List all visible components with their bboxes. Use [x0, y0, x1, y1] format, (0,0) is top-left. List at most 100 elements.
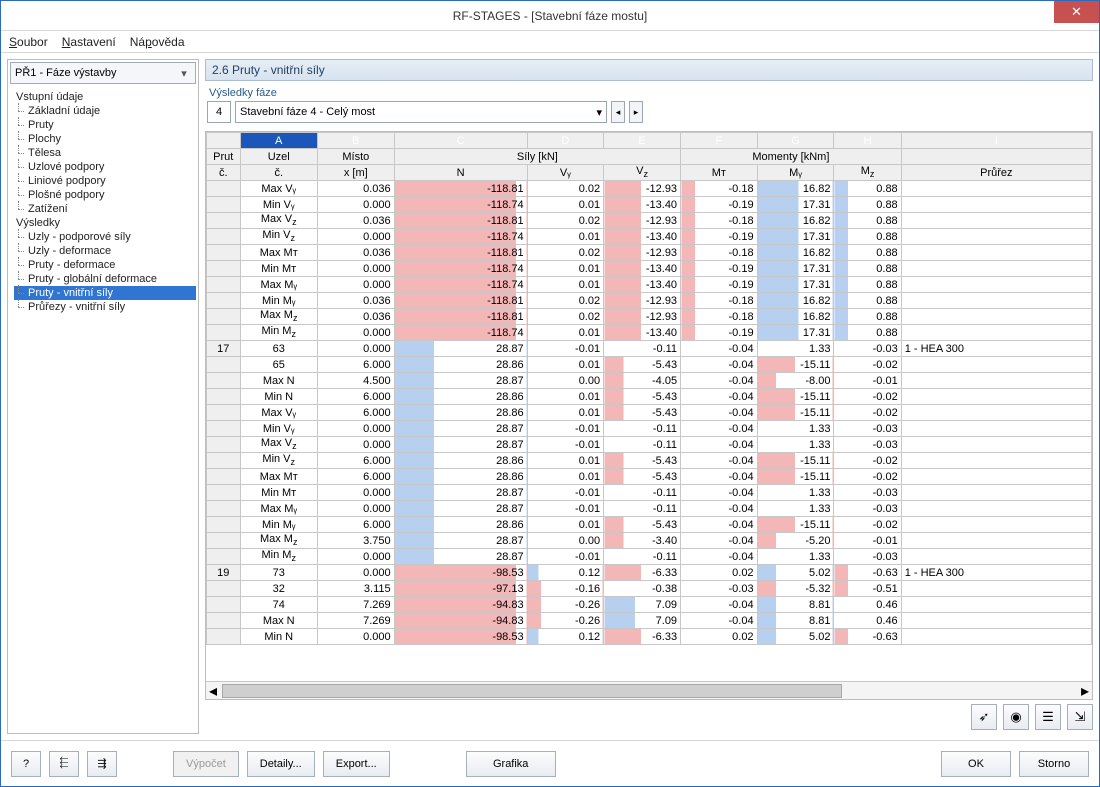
cell-prurez[interactable] [901, 293, 1091, 309]
cell-x[interactable]: 6.000 [317, 517, 394, 533]
menu-file[interactable]: Soubor [9, 35, 48, 49]
cell-N[interactable]: -118.74 [394, 229, 527, 245]
cell-Mz[interactable]: -0.02 [834, 469, 901, 485]
tree-root-input[interactable]: Vstupní údaje [14, 90, 196, 104]
cell-MT[interactable]: -0.19 [681, 325, 758, 341]
cell-MT[interactable]: -0.04 [681, 501, 758, 517]
row-header[interactable] [207, 389, 241, 405]
cell-prurez[interactable] [901, 389, 1091, 405]
cell-x[interactable]: 7.269 [317, 613, 394, 629]
cell-x[interactable]: 6.000 [317, 405, 394, 421]
cell-Mz[interactable]: 0.88 [834, 245, 901, 261]
cell-x[interactable]: 0.000 [317, 277, 394, 293]
cell-Vy[interactable]: 0.01 [527, 517, 604, 533]
cell-Vy[interactable]: -0.01 [527, 485, 604, 501]
cell-x[interactable]: 6.000 [317, 357, 394, 373]
cell-uzel[interactable]: Min Vz [240, 229, 317, 245]
nav-tree[interactable]: Vstupní údaje Základní údajePrutyPlochyT… [8, 86, 198, 733]
cell-prurez[interactable] [901, 309, 1091, 325]
cell-Mz[interactable]: -0.03 [834, 341, 901, 357]
cell-prurez[interactable] [901, 197, 1091, 213]
cell-N[interactable]: -118.81 [394, 293, 527, 309]
cell-Vy[interactable]: 0.12 [527, 565, 604, 581]
cell-My[interactable]: -15.11 [757, 405, 834, 421]
details-button[interactable]: Detaily... [247, 751, 315, 777]
cell-uzel[interactable]: 63 [240, 341, 317, 357]
cell-x[interactable]: 6.000 [317, 453, 394, 469]
cell-prurez[interactable] [901, 453, 1091, 469]
cell-Mz[interactable]: -0.03 [834, 501, 901, 517]
cell-My[interactable]: -15.11 [757, 469, 834, 485]
cell-Mz[interactable]: 0.88 [834, 309, 901, 325]
h-scrollbar[interactable]: ◂ ▸ [206, 681, 1092, 699]
cell-Vz[interactable]: -0.11 [604, 341, 681, 357]
column-letter[interactable]: F [681, 133, 758, 149]
cell-x[interactable]: 0.036 [317, 181, 394, 197]
cell-x[interactable]: 0.000 [317, 421, 394, 437]
cell-uzel[interactable]: Min Mᴛ [240, 261, 317, 277]
menu-help[interactable]: Nápověda [130, 35, 185, 49]
cell-uzel[interactable]: Max Vz [240, 213, 317, 229]
cell-Vy[interactable]: 0.00 [527, 373, 604, 389]
cell-Vy[interactable]: -0.01 [527, 437, 604, 453]
cell-prurez[interactable] [901, 213, 1091, 229]
cell-x[interactable]: 4.500 [317, 373, 394, 389]
row-header[interactable] [207, 597, 241, 613]
column-header[interactable]: x [m] [317, 165, 394, 181]
close-button[interactable]: ✕ [1054, 1, 1099, 23]
cell-N[interactable]: 28.86 [394, 469, 527, 485]
cell-My[interactable]: 16.82 [757, 309, 834, 325]
cell-Mz[interactable]: 0.88 [834, 261, 901, 277]
cell-My[interactable]: 1.33 [757, 485, 834, 501]
cell-Vy[interactable]: -0.01 [527, 549, 604, 565]
cell-Vz[interactable]: -13.40 [604, 197, 681, 213]
tool-filter-icon[interactable]: ☰ [1035, 704, 1061, 730]
phase-select[interactable]: Stavební fáze 4 - Celý most ▾ [235, 101, 607, 123]
cell-MT[interactable]: -0.18 [681, 213, 758, 229]
cell-x[interactable]: 0.036 [317, 293, 394, 309]
column-header[interactable]: č. [207, 165, 241, 181]
cell-x[interactable]: 3.750 [317, 533, 394, 549]
cell-MT[interactable]: -0.04 [681, 341, 758, 357]
cell-Mz[interactable]: 0.88 [834, 197, 901, 213]
phase-next-button[interactable]: ▸ [629, 101, 643, 123]
cell-MT[interactable]: -0.19 [681, 277, 758, 293]
cell-Vz[interactable]: 7.09 [604, 597, 681, 613]
column-letter[interactable]: E [604, 133, 681, 149]
cell-N[interactable]: -118.81 [394, 245, 527, 261]
cell-Mz[interactable]: -0.01 [834, 533, 901, 549]
cell-Vz[interactable]: -5.43 [604, 405, 681, 421]
case-combo[interactable]: PŘ1 - Fáze výstavby ▾ [10, 62, 196, 84]
cell-Vz[interactable]: -0.38 [604, 581, 681, 597]
cell-prurez[interactable]: 1 - HEA 300 [901, 565, 1091, 581]
cell-Vy[interactable]: 0.01 [527, 389, 604, 405]
column-letter[interactable]: B [317, 133, 394, 149]
cell-My[interactable]: 16.82 [757, 181, 834, 197]
cell-My[interactable]: 17.31 [757, 325, 834, 341]
cell-Vz[interactable]: -12.93 [604, 213, 681, 229]
tree-item[interactable]: Plochy [14, 132, 196, 146]
cell-Vy[interactable]: 0.02 [527, 245, 604, 261]
cell-Mz[interactable]: 0.88 [834, 293, 901, 309]
tree-item[interactable]: Uzlové podpory [14, 160, 196, 174]
cell-prurez[interactable] [901, 629, 1091, 645]
cell-Mz[interactable]: 0.88 [834, 325, 901, 341]
cell-Mz[interactable]: 0.88 [834, 213, 901, 229]
cell-Mz[interactable]: 0.46 [834, 597, 901, 613]
cell-uzel[interactable]: Max Mᵧ [240, 501, 317, 517]
cell-Vy[interactable]: -0.16 [527, 581, 604, 597]
cell-prurez[interactable] [901, 181, 1091, 197]
help-button[interactable]: ? [11, 751, 41, 777]
menu-settings[interactable]: Nastavení [62, 35, 116, 49]
cell-Vz[interactable]: -5.43 [604, 453, 681, 469]
cell-Vz[interactable]: -13.40 [604, 261, 681, 277]
cell-Mz[interactable]: 0.88 [834, 181, 901, 197]
cell-x[interactable]: 0.000 [317, 437, 394, 453]
cell-Vy[interactable]: 0.01 [527, 277, 604, 293]
cell-MT[interactable]: -0.18 [681, 245, 758, 261]
cell-prurez[interactable] [901, 501, 1091, 517]
cell-uzel[interactable]: Max Vᵧ [240, 405, 317, 421]
calculate-button[interactable]: Výpočet [173, 751, 239, 777]
ok-button[interactable]: OK [941, 751, 1011, 777]
row-header[interactable] [207, 549, 241, 565]
